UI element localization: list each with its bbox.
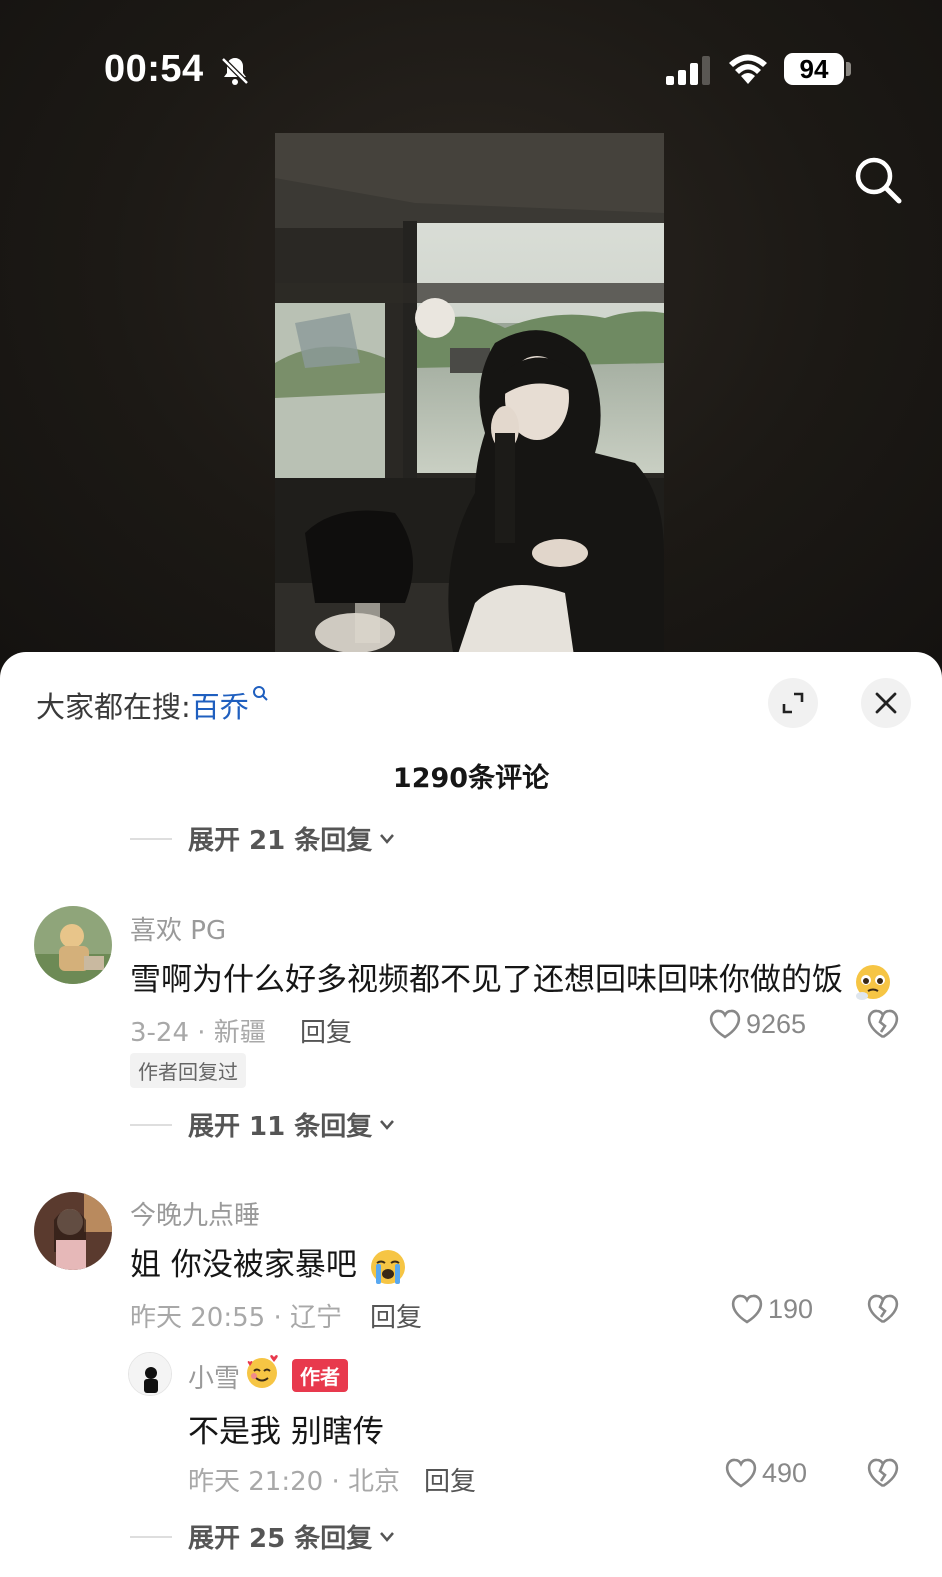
expand-icon: [782, 692, 804, 714]
search-suggestion-prefix: 大家都在搜:: [36, 690, 191, 724]
divider: [130, 837, 172, 840]
divider: [130, 1535, 172, 1538]
expand-button[interactable]: [768, 678, 818, 728]
video-thumbnail: [275, 133, 664, 663]
like-button[interactable]: 490: [724, 1457, 807, 1489]
avatar[interactable]: [34, 906, 112, 984]
crying-face-icon: [370, 1249, 405, 1284]
comment-body: 姐 你没被家暴吧: [130, 1247, 357, 1283]
like-count: 490: [762, 1457, 808, 1488]
heart-icon: [731, 1294, 763, 1324]
comment-count: 1290条评论: [392, 763, 550, 794]
pleading-face-icon: [855, 964, 890, 1000]
expand-replies-label: 展开 11 条回复: [188, 1112, 373, 1142]
like-button[interactable]: 9265: [708, 1008, 806, 1040]
comment-meta: 昨天 20:55 · 辽宁: [130, 1303, 342, 1333]
status-time: 00:54: [104, 48, 204, 90]
search-suggestion[interactable]: 大家都在搜:百乔: [36, 684, 271, 726]
close-icon: [875, 692, 897, 714]
reply-username[interactable]: 小雪: [188, 1358, 240, 1395]
search-icon[interactable]: [852, 154, 904, 206]
author-badge: 作者: [292, 1359, 348, 1392]
like-count: 9265: [746, 1008, 807, 1039]
expand-replies-button[interactable]: 展开 25 条回复: [130, 1518, 396, 1555]
wifi-icon: [729, 54, 767, 84]
divider: [130, 1123, 172, 1126]
avatar[interactable]: [128, 1352, 172, 1396]
comment-meta: 3-24 · 新疆: [130, 1018, 266, 1048]
battery-tip: [846, 62, 851, 76]
chevron-down-icon: [380, 1119, 395, 1130]
comment-sheet: 大家都在搜:百乔 1290条评论 展开 21 条回复 喜欢 PG 雪啊为什么好多…: [0, 652, 942, 1577]
expand-replies-label: 展开 25 条回复: [188, 1524, 373, 1554]
search-suggestion-keyword[interactable]: 百乔: [191, 690, 249, 724]
author-replied-tag: 作者回复过: [130, 1053, 246, 1088]
expand-replies-button[interactable]: 展开 11 条回复: [130, 1106, 396, 1143]
reply-text: 不是我 别瞎传: [188, 1414, 384, 1450]
smiling-face-with-hearts-icon: [247, 1355, 278, 1388]
expand-replies-label: 展开 21 条回复: [188, 826, 373, 856]
reply-button[interactable]: 回复: [424, 1461, 476, 1498]
battery-indicator: 94: [784, 53, 844, 85]
like-button[interactable]: 190: [730, 1293, 813, 1325]
comment-text: 姐 你没被家暴吧: [130, 1239, 409, 1287]
video-area[interactable]: 00:54 94: [0, 0, 942, 670]
comment-body: 雪啊为什么好多视频都不见了还想回味回味你做的饭: [130, 962, 843, 998]
reply-meta: 昨天 21:20 · 北京: [188, 1467, 400, 1497]
comment-username[interactable]: 今晚九点睡: [130, 1195, 260, 1232]
heart-icon: [725, 1458, 757, 1488]
heart-icon: [709, 1009, 741, 1039]
bell-off-icon: [221, 57, 249, 85]
broken-heart-icon[interactable]: [866, 1293, 900, 1325]
close-button[interactable]: [861, 678, 911, 728]
comment-username[interactable]: 喜欢 PG: [130, 910, 226, 947]
expand-replies-button[interactable]: 展开 21 条回复: [130, 820, 396, 857]
search-icon: [252, 686, 268, 701]
broken-heart-icon[interactable]: [866, 1008, 900, 1040]
chevron-down-icon: [380, 833, 395, 844]
signal-icon: [666, 56, 710, 85]
video-player[interactable]: [275, 133, 664, 663]
reply-button[interactable]: 回复: [370, 1297, 422, 1334]
broken-heart-icon[interactable]: [866, 1457, 900, 1489]
comment-text: 雪啊为什么好多视频都不见了还想回味回味你做的饭: [130, 954, 893, 1002]
like-count: 190: [768, 1293, 814, 1324]
chevron-down-icon: [380, 1531, 395, 1542]
reply-button[interactable]: 回复: [300, 1012, 352, 1049]
avatar[interactable]: [34, 1192, 112, 1270]
